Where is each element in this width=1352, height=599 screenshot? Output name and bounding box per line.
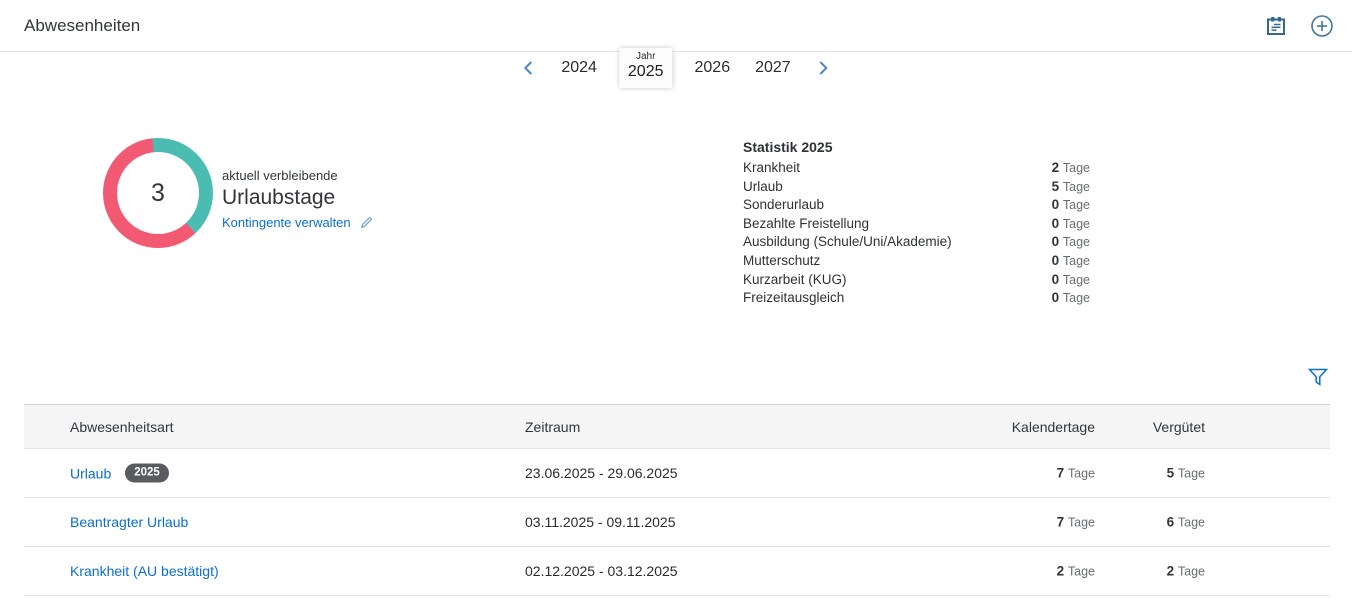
next-year-chevron-icon[interactable]	[813, 57, 835, 79]
column-header-type: Abwesenheitsart	[70, 419, 174, 435]
remaining-days-value: 3	[151, 179, 165, 208]
stat-row-sonderurlaub: Sonderurlaub 0 Tage	[743, 196, 1090, 215]
stat-row-kurzarbeit: Kurzarbeit (KUG) 0 Tage	[743, 271, 1090, 290]
absence-type-link[interactable]: Beantragter Urlaub	[70, 514, 188, 530]
absence-period: 23.06.2025 - 29.06.2025	[525, 465, 678, 481]
vacation-summary: aktuell verbleibende Urlaubstage Konting…	[222, 167, 374, 230]
summary-title: Urlaubstage	[222, 184, 374, 211]
absences-table: Abwesenheitsart Zeitraum Kalendertage Ve…	[24, 404, 1330, 596]
previous-year-chevron-icon[interactable]	[517, 57, 539, 79]
edit-pencil-icon[interactable]	[359, 215, 374, 230]
stat-row-freizeitausgleich: Freizeitausgleich 0 Tage	[743, 289, 1090, 308]
stat-row-bezahlte-freistellung: Bezahlte Freistellung 0 Tage	[743, 215, 1090, 234]
year-selected-value: 2025	[628, 63, 664, 81]
statistics-title: Statistik 2025	[743, 139, 1090, 156]
column-header-paid: Vergütet	[1153, 419, 1205, 435]
filter-icon[interactable]	[1304, 363, 1332, 391]
stat-row-urlaub: Urlaub 5 Tage	[743, 178, 1090, 197]
stat-row-mutterschutz: Mutterschutz 0 Tage	[743, 252, 1090, 271]
absence-period: 02.12.2025 - 03.12.2025	[525, 563, 678, 579]
manage-quotas-link[interactable]: Kontingente verwalten	[222, 215, 351, 230]
year-selected-label: Jahr	[636, 51, 655, 63]
absence-type-link[interactable]: Krankheit (AU bestätigt)	[70, 563, 219, 579]
absence-period: 03.11.2025 - 09.11.2025	[525, 514, 676, 530]
stat-row-krankheit: Krankheit 2 Tage	[743, 159, 1090, 178]
table-row[interactable]: Krankheit (AU bestätigt) 02.12.2025 - 03…	[24, 547, 1330, 596]
table-row[interactable]: Urlaub 2025 23.06.2025 - 29.06.2025 7 Ta…	[24, 449, 1330, 498]
year-badge: 2025	[125, 464, 169, 483]
column-header-period: Zeitraum	[525, 419, 580, 435]
header-actions	[1262, 12, 1336, 40]
year-navigation: 2024 Jahr 2025 2026 2027	[517, 44, 834, 92]
page-title: Abwesenheiten	[24, 16, 140, 36]
table-header-row: Abwesenheitsart Zeitraum Kalendertage Ve…	[24, 404, 1330, 449]
summary-caption: aktuell verbleibende	[222, 167, 374, 184]
vacation-donut-center: 3	[117, 152, 199, 234]
absence-calendar-icon[interactable]	[1262, 12, 1290, 40]
add-icon[interactable]	[1308, 12, 1336, 40]
year-option-2027[interactable]: 2027	[752, 59, 794, 77]
column-header-calendar-days: Kalendertage	[1012, 419, 1095, 435]
table-row[interactable]: Beantragter Urlaub 03.11.2025 - 09.11.20…	[24, 498, 1330, 547]
absence-type-link[interactable]: Urlaub	[70, 465, 111, 481]
stat-row-ausbildung: Ausbildung (Schule/Uni/Akademie) 0 Tage	[743, 233, 1090, 252]
year-option-2026[interactable]: 2026	[692, 59, 734, 77]
year-option-2024[interactable]: 2024	[558, 59, 600, 77]
statistics-panel: Statistik 2025 Krankheit 2 Tage Urlaub 5…	[743, 139, 1090, 308]
vacation-donut: 3	[103, 138, 213, 248]
year-option-selected[interactable]: Jahr 2025	[619, 48, 673, 88]
absences-page: Abwesenheiten	[0, 0, 1352, 599]
